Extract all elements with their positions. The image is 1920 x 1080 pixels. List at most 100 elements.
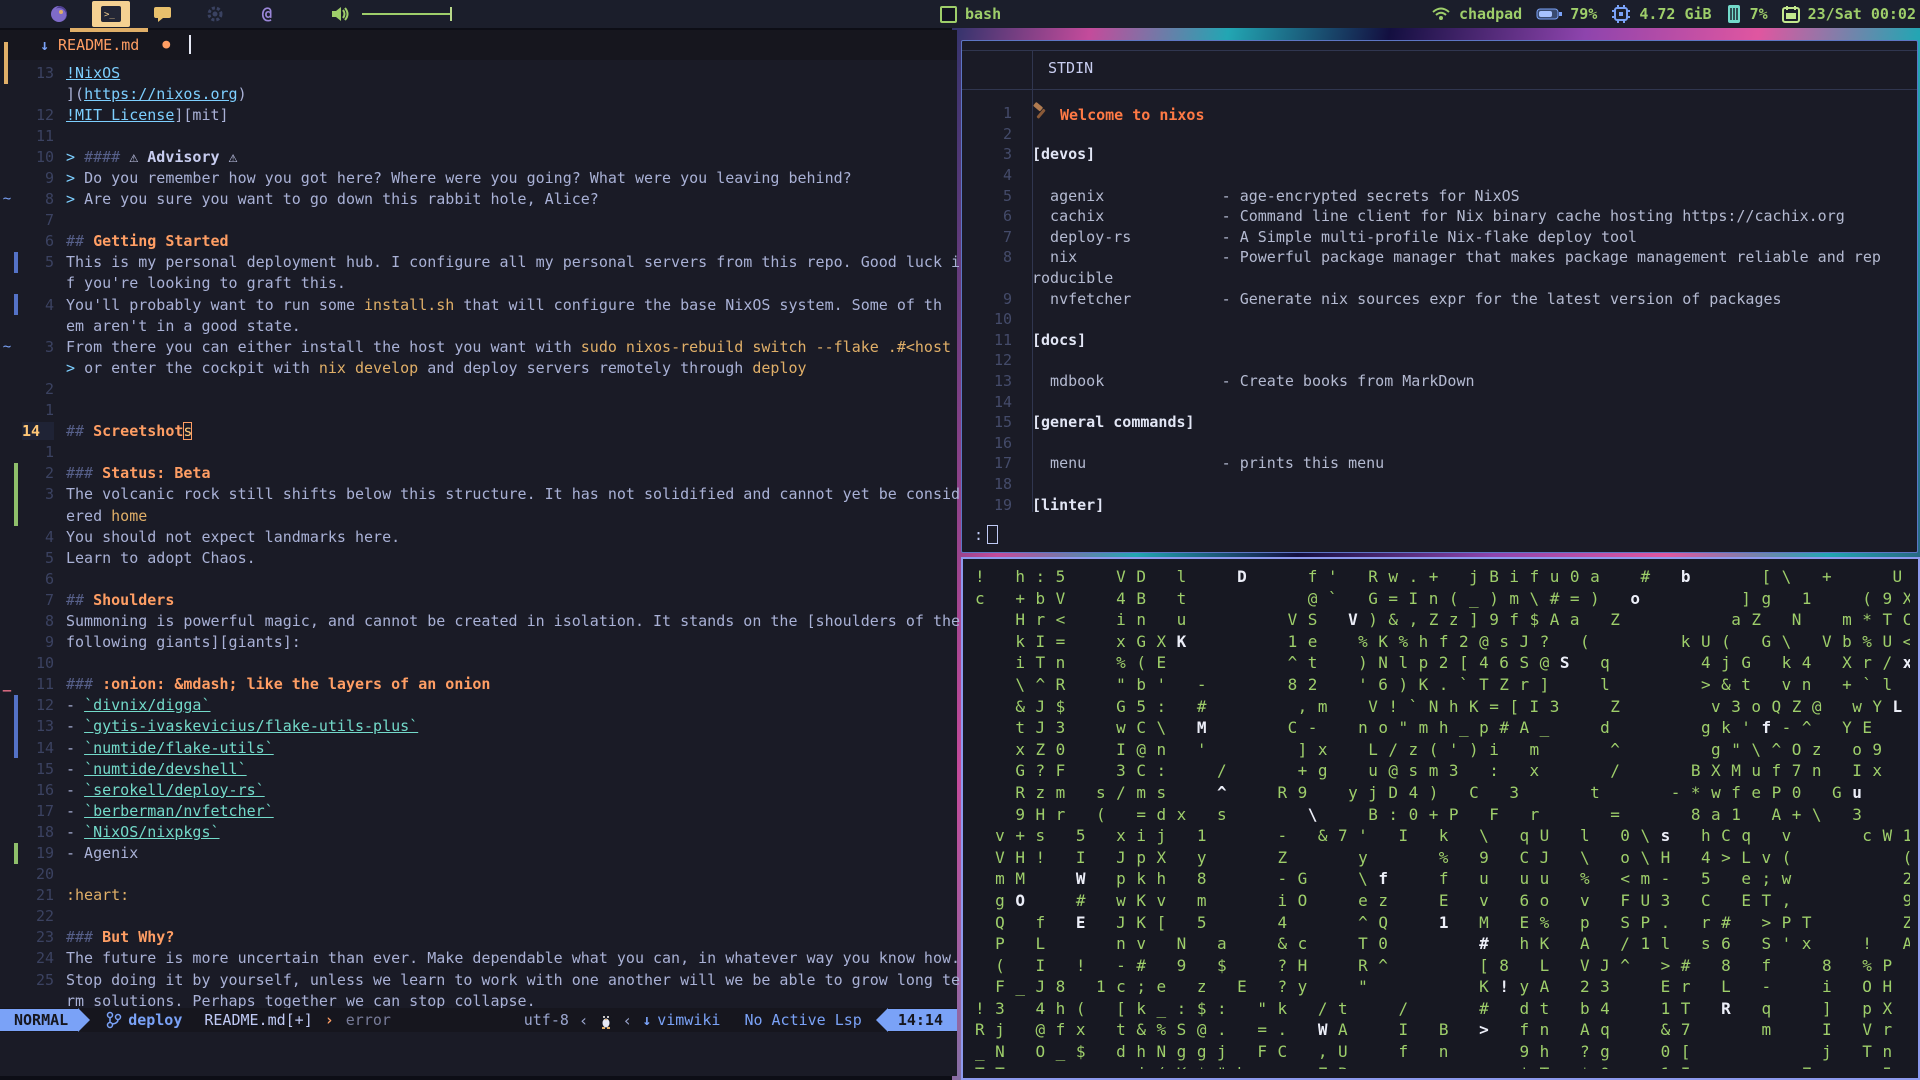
tab-readme[interactable]: ↓ README.md ●	[40, 35, 192, 54]
editor-line: ered home	[0, 505, 957, 527]
pager-line: 18	[993, 474, 1012, 493]
terminal-icon[interactable]: >_	[92, 1, 130, 27]
editor-line: 22	[0, 906, 957, 927]
modified-dot-icon: ●	[162, 37, 171, 52]
mode-badge: NORMAL	[0, 1009, 79, 1031]
chat-icon[interactable]	[144, 1, 182, 27]
pager-line: 5 agenix - age-encrypted secrets for Nix…	[1002, 186, 1520, 205]
volume-slider[interactable]	[362, 7, 452, 21]
pager-line: 7 deploy-rs - A Simple multi-profile Nix…	[1002, 227, 1638, 246]
line-number: 1	[44, 401, 54, 420]
status-ram-value: 7%	[1749, 5, 1768, 23]
bash-square-icon	[940, 5, 957, 23]
git-branch-icon	[106, 1011, 122, 1029]
editor-line: ](https://nixos.org)	[66, 84, 247, 103]
line-number: 21	[35, 886, 54, 905]
volume-control[interactable]	[330, 5, 452, 23]
launcher-icons: >_ @	[40, 1, 286, 27]
glyph-row: R j @ f x t & % S @ . = . W A I B > f n …	[975, 1020, 1893, 1040]
editor-line: 16- `serokell/deploy-rs`	[0, 779, 957, 800]
pager-line: 12	[993, 351, 1012, 370]
editor-line: 9 following giants][giants]:	[0, 632, 957, 653]
pager-line: roducible	[1032, 269, 1114, 288]
angle-separator: ‹	[622, 1010, 633, 1030]
status-calendar-value: 23/Sat 00:02	[1807, 5, 1916, 23]
pager-line: 1 Welcome to nixos	[962, 102, 1917, 124]
pager-line: 8 nix - Powerful package manager that ma…	[1002, 248, 1881, 267]
editor-line: > or enter the cockpit with nix develop …	[66, 358, 807, 377]
cpu-icon	[1611, 4, 1631, 24]
angle-separator: ‹	[578, 1010, 589, 1030]
status-battery-value: 79%	[1570, 5, 1598, 23]
editor-window[interactable]: ↓ README.md ● 13 !NixOS](https://nixos.or…	[0, 28, 960, 1076]
editor-line: 8 Summoning is powerful magic, and cannot…	[0, 610, 960, 631]
matrix-glyph-grid: ! h : 5 V D l D f ' R w . + j B i f u 0 …	[975, 567, 1910, 1069]
firefox-icon[interactable]	[40, 1, 78, 27]
line-number: 7	[44, 590, 54, 609]
lsp-status-label: No Active Lsp	[744, 1011, 862, 1029]
line-number: 13	[35, 63, 54, 82]
editor-line: 2 ### Status: Beta	[0, 462, 957, 484]
linux-tux-icon	[599, 1012, 613, 1029]
editor-buffer[interactable]: 13 !NixOS](https://nixos.org) 12 !MIT Licen…	[0, 62, 960, 1011]
glyph-row: 9 H r ( = d x s \ B : 0 + P F r = 8 a 1 …	[975, 804, 1863, 824]
editor-line: f you're looking to graft this.	[66, 274, 346, 293]
editor-line: 13 !NixOS	[0, 62, 957, 83]
editor-line: 19- Agenix	[0, 842, 957, 864]
wifi-icon	[1431, 6, 1451, 22]
glyph-row: P L n v N a & c T 0 # h K A / 1 l s 6 S …	[975, 934, 1910, 954]
diagnostic-label: error	[345, 1011, 391, 1029]
editor-line: 2	[0, 378, 957, 399]
line-number: 13	[35, 717, 54, 736]
matrix-terminal-window[interactable]: ! h : 5 V D l D f ' R w . + j B i f u 0 …	[961, 557, 1920, 1080]
volume-slider-handle[interactable]	[450, 7, 452, 21]
pager-line: 2	[1002, 124, 1012, 143]
editor-tab-bar: ↓ README.md ●	[0, 28, 957, 84]
status-cpu-value: 4.72 GiB	[1639, 5, 1712, 23]
line-number: 6	[44, 232, 54, 251]
line-number: 3	[44, 337, 54, 356]
line-number: 4	[44, 527, 54, 546]
line-number: 5	[44, 548, 54, 567]
line-number: 12	[35, 696, 54, 715]
pager-window[interactable]: STDIN 1 Welcome to nixos 2 3 [devos] 4 5 ageni…	[961, 40, 1918, 553]
line-number: 2	[44, 379, 54, 398]
line-number: 8	[44, 190, 54, 209]
editor-line: 10 > #### ⚠ Advisory ⚠	[0, 146, 957, 167]
glyph-row: i T n % ( E ^ t ) N l p 2 [ 4 6 S @ S q …	[975, 653, 1910, 673]
glyph-row: T T r : n + j ( K * " b y Z B v e w ' T …	[975, 1064, 1910, 1069]
window-title-label: bash	[965, 5, 1002, 23]
status-wifi: chadpad	[1431, 5, 1522, 23]
filename-label: README.md[+]	[204, 1011, 313, 1029]
speaker-icon	[330, 5, 352, 23]
pager-line: 4	[1002, 166, 1012, 185]
glyph-row: & J $ G 5 : # , m V ! ` N h K = [ I 3 Z …	[975, 696, 1903, 716]
pager-line: 16	[993, 433, 1012, 452]
filetype-label: vimwiki	[657, 1011, 721, 1029]
editor-line: 17- `berberman/nvfetcher`	[0, 800, 957, 821]
line-number: 24	[35, 949, 54, 968]
editor-line: 14 ## Screetshots	[22, 422, 193, 441]
line-number: 2	[44, 464, 54, 483]
line-number: 11	[35, 675, 54, 694]
pager-prompt[interactable]: :	[974, 525, 999, 544]
pager-content: 1 Welcome to nixos 2 3 [devos] 4 5 agenix - ag…	[962, 102, 1917, 515]
line-number: 1	[44, 443, 54, 462]
line-number: 15	[35, 759, 54, 778]
active-tab-accent	[70, 28, 148, 32]
editor-line: 9 > Do you remember how you got here? Whe…	[0, 167, 957, 188]
line-number: 17	[35, 801, 54, 820]
git-branch-label: deploy	[128, 1011, 183, 1029]
svg-text:>_: >_	[104, 10, 115, 20]
ram-icon	[1726, 4, 1742, 24]
editor-statusline: NORMAL deploy README.md[+] › error utf-8…	[0, 1008, 957, 1032]
line-number: 7	[44, 211, 54, 230]
editor-line: 7	[0, 210, 957, 231]
pager-line: 3 [devos]	[1002, 145, 1096, 164]
powerline-arrow	[78, 1008, 91, 1032]
glyph-row: v + s 5 x i j 1 - & 7 ' I k \ q U l 0 \ …	[975, 826, 1910, 846]
glyph-row: \ ^ R " b ' - 8 2 ' 6 ) K . ` T Z r ] l …	[975, 674, 1910, 694]
at-icon[interactable]: @	[248, 1, 286, 27]
gear-icon[interactable]	[196, 1, 234, 27]
glyph-row: ! 3 4 h ( [ k _ : $ : " k / t / # d t b …	[975, 998, 1893, 1018]
